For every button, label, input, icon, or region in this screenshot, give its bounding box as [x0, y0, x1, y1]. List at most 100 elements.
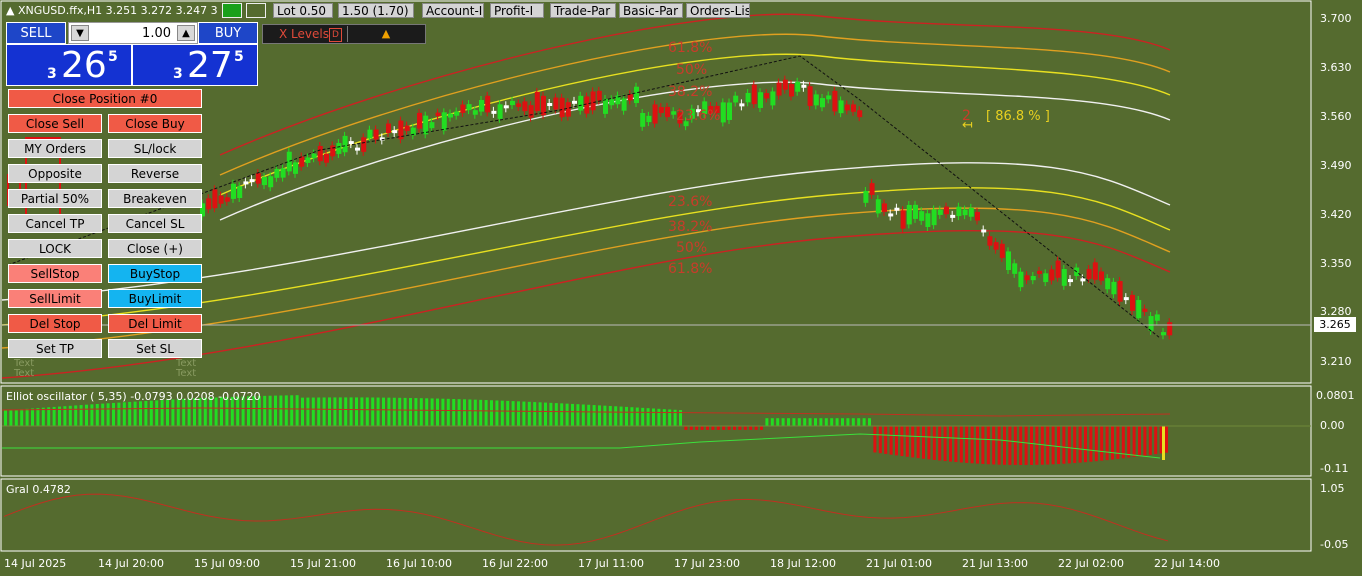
lock-button[interactable]: LOCK [8, 239, 102, 258]
del-limit-button[interactable]: Del Limit [108, 314, 202, 333]
candle-body [305, 157, 311, 163]
oscillator-histogram [4, 395, 1168, 465]
osc-signal-line [2, 433, 1161, 459]
candle-body [832, 90, 838, 112]
osc-bar [1013, 426, 1017, 465]
candle-body [1024, 275, 1030, 281]
candle-body [776, 82, 782, 96]
candle-body [435, 112, 441, 116]
x-levels-widget[interactable]: X Levels D ▲ [262, 24, 426, 44]
osc-bar [1019, 426, 1023, 465]
candle-body [646, 115, 652, 123]
set-sl-button[interactable]: Set SL [108, 339, 202, 358]
close-buy-button[interactable]: Close Buy [108, 114, 202, 133]
close-position-button[interactable]: Close Position #0 [8, 89, 202, 108]
price-label: 3.630 [1320, 61, 1352, 74]
sell-limit-button[interactable]: SellLimit [8, 289, 102, 308]
time-label: 15 Jul 09:00 [194, 557, 260, 570]
breakeven-button[interactable]: Breakeven [108, 189, 202, 208]
candle-body [218, 195, 224, 204]
sl-lock-button[interactable]: SL/lock [108, 139, 202, 158]
cancel-sl-button[interactable]: Cancel SL [108, 214, 202, 233]
chevron-up-icon[interactable]: ▲ [177, 25, 195, 41]
osc-bar [689, 426, 693, 430]
osc-bar [576, 404, 580, 426]
osc-bar [1143, 426, 1147, 456]
toggle-blank[interactable] [246, 3, 266, 18]
candle-body [231, 183, 236, 199]
close-profit-button[interactable]: Close (+) [108, 239, 202, 258]
osc-bar [4, 410, 7, 426]
trade-params-button[interactable]: Trade-Par [550, 3, 616, 18]
sell-price-display[interactable]: 3 26 5 [6, 44, 132, 86]
lot-button[interactable]: Lot 0.50 [273, 3, 333, 18]
osc-bar [1132, 426, 1136, 457]
candle-body [274, 168, 280, 178]
candle-body [596, 90, 602, 101]
candle-body [466, 104, 472, 111]
collapse-triangle-icon[interactable]: ▲ [6, 4, 18, 17]
sell-stop-button[interactable]: SellStop [8, 264, 102, 283]
caret-up-icon[interactable]: ▲ [347, 26, 424, 42]
osc-bar [1100, 426, 1104, 461]
lot-input[interactable]: ▼ 1.00 ▲ [68, 22, 198, 44]
candle-body [311, 153, 317, 159]
reverse-button[interactable]: Reverse [108, 164, 202, 183]
sell-button[interactable]: SELL [6, 22, 66, 44]
candle-body [590, 91, 596, 111]
osc-bar-highlight [1162, 426, 1165, 460]
buy-button[interactable]: BUY [198, 22, 258, 44]
candle-body [1099, 271, 1104, 281]
time-label: 21 Jul 13:00 [962, 557, 1028, 570]
osc-bar [1111, 426, 1114, 460]
osc-bar [625, 406, 628, 426]
osc-bar [760, 426, 763, 430]
candle-body [621, 98, 627, 111]
fib-label: 61.8% [668, 40, 713, 56]
profit-info-button[interactable]: Profit-I [490, 3, 544, 18]
buy-limit-button[interactable]: BuyLimit [108, 289, 202, 308]
set-tp-button[interactable]: Set TP [8, 339, 102, 358]
cancel-tp-button[interactable]: Cancel TP [8, 214, 102, 233]
osc-bar [133, 401, 137, 426]
chevron-down-icon[interactable]: ▼ [71, 25, 89, 41]
osc-bar [279, 395, 283, 426]
oscillator-title: Elliot oscillator ( 5,35) -0.0793 0.0208… [6, 390, 261, 403]
lot-value: 1.00 [142, 26, 171, 41]
del-stop-button[interactable]: Del Stop [8, 314, 102, 333]
symbol-info: ▲ XNGUSD.ffx,H1 3.251 3.272 3.247 3 [6, 4, 218, 17]
candle-body [373, 129, 379, 140]
candle-body [869, 183, 875, 195]
osc-bar [479, 399, 483, 426]
osc-bar [1057, 426, 1060, 465]
osc-bar [938, 426, 942, 461]
buy-stop-button[interactable]: BuyStop [108, 264, 202, 283]
candle-body [913, 204, 918, 219]
osc-bar [608, 405, 612, 426]
lot-total-button[interactable]: 1.50 (1.70) [338, 3, 414, 18]
osc-bar [365, 397, 369, 426]
osc-bar [803, 418, 807, 426]
close-sell-button[interactable]: Close Sell [8, 114, 102, 133]
candle-body [882, 203, 887, 212]
osc-bar [571, 403, 574, 426]
buy-price-display[interactable]: 3 27 5 [132, 44, 258, 86]
orders-list-button[interactable]: Orders-List [686, 3, 750, 18]
my-orders-button[interactable]: MY Orders [8, 139, 102, 158]
basic-params-button[interactable]: Basic-Par [619, 3, 683, 18]
time-label: 21 Jul 01:00 [866, 557, 932, 570]
price-label: 3.210 [1320, 355, 1352, 368]
candle-body [454, 111, 460, 116]
price-label: 3.560 [1320, 110, 1352, 123]
osc-bar [727, 426, 731, 430]
osc-bar [630, 407, 634, 426]
account-info-button[interactable]: Account-I [422, 3, 484, 18]
candle-body [423, 115, 429, 135]
opposite-button[interactable]: Opposite [8, 164, 102, 183]
candle-body [919, 211, 925, 221]
osc-bar [468, 399, 472, 426]
x-levels-checkbox[interactable]: D [329, 28, 342, 42]
osc-bar [160, 400, 164, 426]
toggle-green[interactable] [222, 3, 242, 18]
partial-close-button[interactable]: Partial 50% [8, 189, 102, 208]
